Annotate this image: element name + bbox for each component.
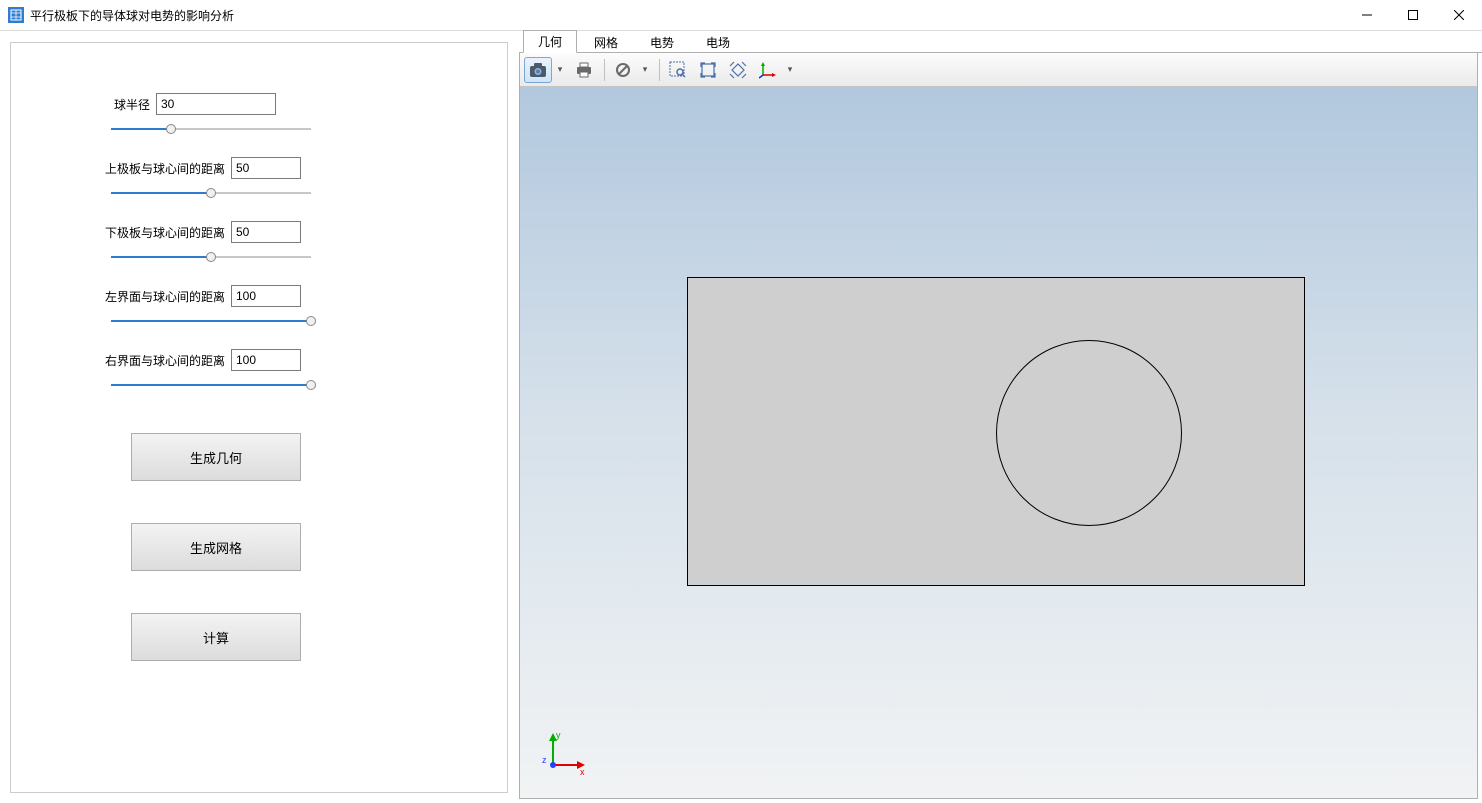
bottom-distance-input[interactable] [231,221,301,243]
left-distance-input[interactable] [231,285,301,307]
left-panel: 球半径 上极板与球心间的距离 下极板与球心间的距离 左界面与球心间的距 [0,31,519,803]
right-distance-input[interactable] [231,349,301,371]
close-button[interactable] [1436,0,1482,30]
top-distance-slider[interactable] [111,185,311,201]
zoom-extents-button[interactable] [694,57,722,83]
axis-gizmo: y x z [538,730,588,780]
axis-icon [759,61,777,79]
bottom-distance-slider[interactable] [111,249,311,265]
tab-content: ▾ ▾ [519,53,1478,799]
param-row-left: 左界面与球心间的距离 [11,285,507,307]
right-distance-slider[interactable] [111,377,311,393]
window-controls [1344,0,1482,30]
param-row-top: 上极板与球心间的距离 [11,157,507,179]
zoom-box-button[interactable] [664,57,692,83]
tab-field[interactable]: 电场 [691,31,745,53]
app-icon [8,7,24,23]
reset-view-dropdown[interactable]: ▾ [639,57,651,83]
axis-z-label: z [542,755,547,765]
param-row-radius: 球半径 [11,93,507,115]
generate-mesh-button[interactable]: 生成网格 [131,523,301,571]
geometry-rectangle [687,277,1305,586]
tab-potential[interactable]: 电势 [635,31,689,53]
param-label-bottom: 下极板与球心间的距离 [11,224,231,241]
window-title: 平行极板下的导体球对电势的影响分析 [30,7,234,24]
button-stack: 生成几何 生成网格 计算 [11,433,507,703]
tab-bar: 几何 网格 电势 电场 [519,31,1482,53]
printer-icon [575,62,593,78]
param-label-radius: 球半径 [11,96,156,113]
axis-y-label: y [556,730,561,740]
compute-button[interactable]: 计算 [131,613,301,661]
screenshot-dropdown[interactable]: ▾ [554,57,566,83]
viewer-toolbar: ▾ ▾ [520,53,1477,87]
param-row-bottom: 下极板与球心间的距离 [11,221,507,243]
tab-mesh[interactable]: 网格 [579,31,633,53]
param-row-right: 右界面与球心间的距离 [11,349,507,371]
screenshot-button[interactable] [524,57,552,83]
axis-orientation-button[interactable] [754,57,782,83]
zoom-box-icon [669,61,687,79]
radius-slider[interactable] [111,121,311,137]
geometry-circle [996,340,1182,526]
maximize-button[interactable] [1390,0,1436,30]
axis-dropdown[interactable]: ▾ [784,57,796,83]
param-label-top: 上极板与球心间的距离 [11,160,231,177]
print-button[interactable] [570,57,598,83]
geometry-viewport[interactable]: y x z [520,87,1477,798]
close-icon [1454,10,1464,20]
axis-x-label: x [580,767,585,777]
minimize-icon [1362,10,1372,20]
param-label-right: 右界面与球心间的距离 [11,352,231,369]
zoom-extents-icon [699,61,717,79]
maximize-icon [1408,10,1418,20]
tab-geometry[interactable]: 几何 [523,30,577,53]
zoom-selection-button[interactable] [724,57,752,83]
generate-geometry-button[interactable]: 生成几何 [131,433,301,481]
minimize-button[interactable] [1344,0,1390,30]
toolbar-separator [604,59,605,81]
title-bar: 平行极板下的导体球对电势的影响分析 [0,0,1482,31]
no-entry-icon [615,62,631,78]
parameter-panel: 球半径 上极板与球心间的距离 下极板与球心间的距离 左界面与球心间的距 [10,42,508,793]
zoom-selection-icon [729,61,747,79]
radius-input[interactable] [156,93,276,115]
right-panel: 几何 网格 电势 电场 ▾ [519,31,1482,803]
left-distance-slider[interactable] [111,313,311,329]
param-label-left: 左界面与球心间的距离 [11,288,231,305]
content-area: 球半径 上极板与球心间的距离 下极板与球心间的距离 左界面与球心间的距 [0,31,1482,803]
toolbar-separator [659,59,660,81]
reset-view-button[interactable] [609,57,637,83]
top-distance-input[interactable] [231,157,301,179]
camera-icon [529,62,547,78]
